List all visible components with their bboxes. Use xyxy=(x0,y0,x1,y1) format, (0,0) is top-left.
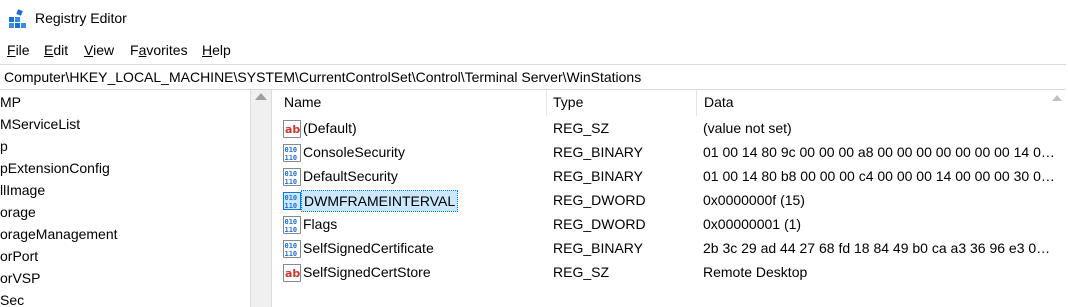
binary-value-icon: 010 110 xyxy=(283,144,301,162)
list-scroll-up-arrow-icon[interactable] xyxy=(1052,95,1062,101)
value-data: Remote Desktop xyxy=(703,264,808,280)
svg-text:010: 010 xyxy=(285,146,298,154)
address-bar[interactable]: Computer\HKEY_LOCAL_MACHINE\SYSTEM\Curre… xyxy=(0,64,1066,90)
binary-value-icon: 010 110 xyxy=(283,168,301,186)
svg-text:010: 010 xyxy=(285,170,298,178)
address-path[interactable]: Computer\HKEY_LOCAL_MACHINE\SYSTEM\Curre… xyxy=(4,69,641,85)
value-type: REG_BINARY xyxy=(553,240,643,256)
svg-text:110: 110 xyxy=(285,178,298,186)
registry-editor-icon xyxy=(9,9,26,28)
value-name: DWMFRAMEINTERVAL xyxy=(301,190,459,212)
column-divider[interactable] xyxy=(696,90,697,116)
svg-text:010: 010 xyxy=(285,218,298,226)
value-name: SelfSignedCertStore xyxy=(303,264,431,280)
list-item[interactable]: 010 110 SelfSignedCertificate REG_BINARY… xyxy=(272,237,1068,261)
svg-text:110: 110 xyxy=(285,202,298,210)
menu-help[interactable]: Help xyxy=(202,42,231,58)
value-data: 01 00 14 80 b8 00 00 00 c4 00 00 00 14 0… xyxy=(703,168,1055,184)
tree-item[interactable]: orVSP xyxy=(0,270,40,292)
menu-edit[interactable]: Edit xyxy=(44,42,68,58)
value-name: DefaultSecurity xyxy=(303,168,398,184)
column-header-data[interactable]: Data xyxy=(704,94,734,116)
svg-text:ab: ab xyxy=(285,267,300,280)
window-title: Registry Editor xyxy=(35,10,127,26)
value-name: (Default) xyxy=(303,120,357,136)
svg-text:110: 110 xyxy=(285,154,298,162)
list-item[interactable]: 010 110 Flags REG_DWORD 0x00000001 (1) xyxy=(272,213,1068,237)
tree-item[interactable]: orage xyxy=(0,204,36,226)
tree-item[interactable]: llImage xyxy=(0,182,45,204)
value-type: REG_BINARY xyxy=(553,168,643,184)
menu-favorites[interactable]: Favorites xyxy=(130,42,188,58)
list-item[interactable]: ab (Default) REG_SZ (value not set) xyxy=(272,117,1068,141)
value-name: ConsoleSecurity xyxy=(303,144,405,160)
value-data: 0x00000001 (1) xyxy=(703,216,802,232)
svg-text:110: 110 xyxy=(285,226,298,234)
svg-text:ab: ab xyxy=(285,123,300,136)
value-name: SelfSignedCertificate xyxy=(303,240,434,256)
value-type: REG_BINARY xyxy=(553,144,643,160)
list-item[interactable]: ab SelfSignedCertStore REG_SZ Remote Des… xyxy=(272,261,1068,285)
tree-item[interactable]: pExtensionConfig xyxy=(0,160,110,182)
value-data: 0x0000000f (15) xyxy=(703,192,805,208)
value-data: 2b 3c 29 ad 44 27 68 fd 18 84 49 b0 ca a… xyxy=(703,240,1055,256)
tree-item[interactable]: p xyxy=(0,138,8,160)
value-name: Flags xyxy=(303,216,338,232)
tree-scrollbar[interactable] xyxy=(250,90,272,307)
list-item[interactable]: 010 110 ConsoleSecurity REG_BINARY 01 00… xyxy=(272,141,1068,165)
tree-item[interactable]: MServiceList xyxy=(0,116,80,138)
value-data: 01 00 14 80 9c 00 00 00 a8 00 00 00 00 0… xyxy=(703,144,1055,160)
svg-text:110: 110 xyxy=(285,250,298,258)
scroll-up-arrow-icon[interactable] xyxy=(255,93,267,100)
svg-text:010: 010 xyxy=(285,242,298,250)
tree-item[interactable]: Sec xyxy=(0,292,24,307)
list-item[interactable]: 010 110 DefaultSecurity REG_BINARY 01 00… xyxy=(272,165,1068,189)
binary-value-icon: 010 110 xyxy=(283,192,301,210)
values-list-pane[interactable]: Name Type Data ab (Default) REG_SZ (valu… xyxy=(272,90,1068,307)
tree-item[interactable]: MP xyxy=(0,94,21,116)
column-divider[interactable] xyxy=(546,90,547,116)
binary-value-icon: 010 110 xyxy=(283,240,301,258)
menu-bar: File Edit View Favorites Help xyxy=(0,40,1068,62)
svg-text:010: 010 xyxy=(285,194,298,202)
list-item-selected[interactable]: 010 110 DWMFRAMEINTERVAL REG_DWORD 0x000… xyxy=(272,189,1068,213)
tree-item[interactable]: orageManagement xyxy=(0,226,118,248)
value-data: (value not set) xyxy=(703,120,792,136)
value-type: REG_SZ xyxy=(553,264,610,280)
column-header-name[interactable]: Name xyxy=(284,94,321,116)
string-value-icon: ab xyxy=(283,120,301,138)
key-tree-pane[interactable]: MP MServiceList p pExtensionConfig llIma… xyxy=(0,90,250,307)
tree-item[interactable]: orPort xyxy=(0,248,38,270)
column-header-type[interactable]: Type xyxy=(553,94,583,116)
menu-view[interactable]: View xyxy=(84,42,114,58)
value-type: REG_DWORD xyxy=(553,216,646,232)
string-value-icon: ab xyxy=(283,264,301,282)
binary-value-icon: 010 110 xyxy=(283,216,301,234)
menu-file[interactable]: File xyxy=(7,42,30,58)
value-type: REG_SZ xyxy=(553,120,610,136)
title-bar[interactable]: Registry Editor xyxy=(0,0,1068,38)
value-type: REG_DWORD xyxy=(553,192,646,208)
